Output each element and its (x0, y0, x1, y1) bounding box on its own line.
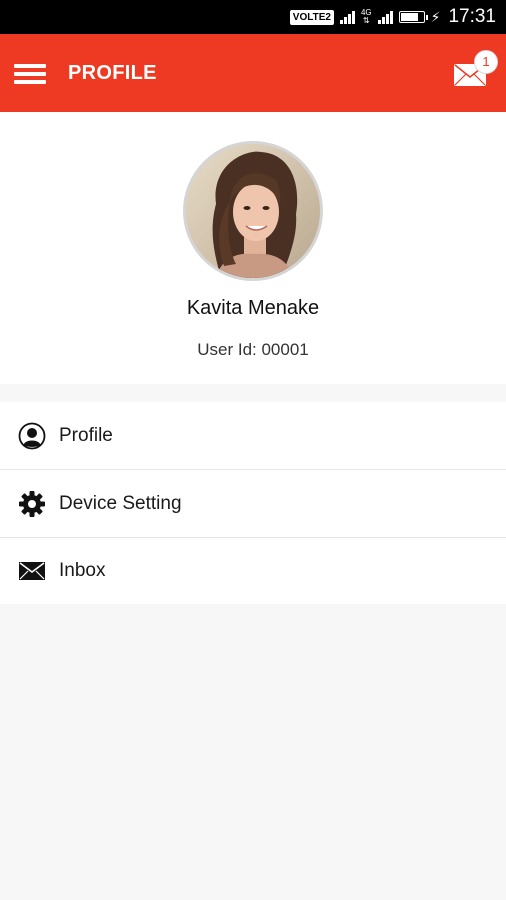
battery-icon (398, 11, 428, 23)
user-id: User Id: 00001 (197, 340, 309, 359)
menu-item-inbox[interactable]: Inbox (0, 538, 506, 604)
avatar[interactable] (183, 141, 323, 281)
unread-count-badge: 1 (474, 50, 498, 74)
status-bar: VOLTE2 4G ⇅ ⚡ 17:31 (0, 0, 506, 34)
page-title: PROFILE (68, 62, 157, 84)
avatar-photo (186, 144, 320, 278)
app-bar: PROFILE 1 (0, 34, 506, 112)
status-time: 17:31 (448, 6, 496, 27)
person-icon (17, 421, 47, 451)
menu-item-profile[interactable]: Profile (0, 402, 506, 470)
menu-item-label: Inbox (59, 560, 106, 581)
network-type-indicator: 4G ⇅ (360, 8, 372, 25)
menu-item-label: Device Setting (59, 492, 182, 514)
gear-icon (17, 489, 47, 519)
signal-strength-icon-2 (377, 10, 393, 24)
volte-badge: VOLTE2 (289, 9, 334, 25)
menu-item-label: Profile (59, 424, 113, 446)
menu-item-device-setting[interactable]: Device Setting (0, 470, 506, 538)
inbox-button[interactable]: 1 (450, 48, 500, 92)
charging-icon: ⚡ (430, 8, 441, 25)
signal-strength-icon (339, 10, 355, 24)
envelope-icon (17, 556, 47, 586)
profile-menu: Profile Device Setting Inbox (0, 402, 506, 604)
hamburger-menu-icon[interactable] (14, 60, 46, 86)
profile-header: Kavita Menake User Id: 00001 (0, 112, 506, 384)
user-name: Kavita Menake (186, 297, 320, 319)
